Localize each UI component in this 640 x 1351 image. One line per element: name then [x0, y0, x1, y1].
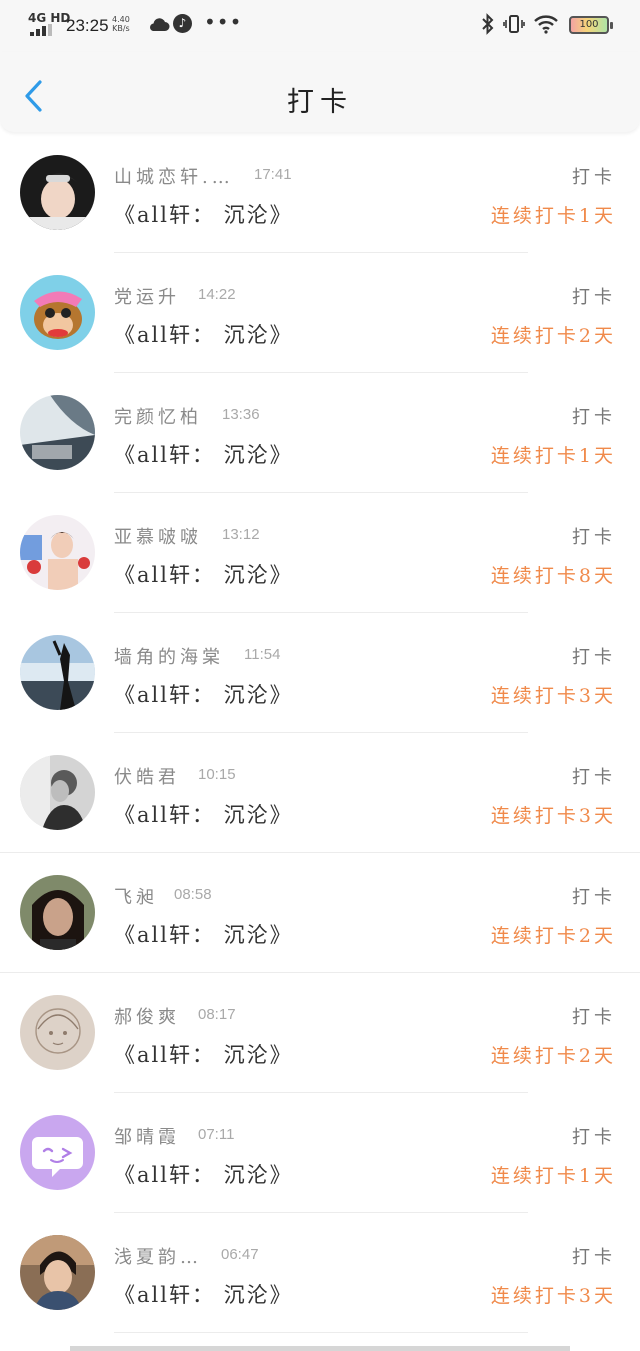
avatar[interactable]	[20, 1235, 95, 1310]
list-item[interactable]: 郝俊爽 08:17 《all轩： 沉沦》 打卡 连续打卡2天	[0, 973, 640, 1093]
streak-label: 连续打卡3天	[490, 805, 616, 827]
checkin-time: 13:12	[222, 526, 260, 543]
checkin-time: 07:11	[198, 1126, 235, 1143]
more-dots-icon: •••	[204, 10, 243, 34]
streak-label: 连续打卡1天	[490, 205, 616, 227]
user-name: 飞昶	[114, 887, 158, 908]
streak-label: 连续打卡2天	[490, 325, 616, 347]
avatar[interactable]	[20, 155, 95, 230]
streak-label: 连续打卡8天	[490, 565, 616, 587]
network-speed: 4.40 KB/s	[112, 15, 130, 33]
user-name: 亚慕啵啵	[114, 527, 202, 548]
streak-label: 连续打卡1天	[490, 1165, 616, 1187]
book-title: 《all轩： 沉沦》	[114, 683, 293, 707]
checkin-label: 打卡	[572, 887, 616, 908]
checkin-label: 打卡	[572, 287, 616, 308]
checkin-label: 打卡	[572, 407, 616, 428]
checkin-time: 14:22	[198, 286, 236, 303]
list-item[interactable]: 伏皓君 10:15 《all轩： 沉沦》 打卡 连续打卡3天	[0, 733, 640, 853]
streak-label: 连续打卡1天	[490, 445, 616, 467]
network-speed-value: 4.40	[112, 15, 130, 24]
status-bar: 4G HD 23:25 4.40 KB/s ♪ ••• 100	[0, 0, 640, 52]
checkin-label: 打卡	[572, 1007, 616, 1028]
checkin-time: 10:15	[198, 766, 236, 783]
network-speed-unit: KB/s	[112, 24, 130, 33]
user-name: 党运升	[114, 287, 180, 308]
list-item[interactable]: 飞昶 08:58 《all轩： 沉沦》 打卡 连续打卡2天	[0, 853, 640, 973]
bottom-edge	[70, 1346, 570, 1351]
network-type: 4G HD	[28, 11, 71, 25]
checkin-time: 11:54	[244, 646, 281, 663]
book-title: 《all轩： 沉沦》	[114, 443, 293, 467]
wifi-icon	[534, 15, 558, 34]
book-title: 《all轩： 沉沦》	[114, 203, 293, 227]
book-title: 《all轩： 沉沦》	[114, 1163, 293, 1187]
checkin-time: 17:41	[254, 166, 292, 183]
checkin-label: 打卡	[572, 527, 616, 548]
list-item[interactable]: 墙角的海棠 11:54 《all轩： 沉沦》 打卡 连续打卡3天	[0, 613, 640, 733]
page-title: 打卡	[287, 87, 353, 118]
streak-label: 连续打卡3天	[490, 1285, 616, 1307]
list-item[interactable]: 邹晴霞 07:11 《all轩： 沉沦》 打卡 连续打卡1天	[0, 1093, 640, 1213]
book-title: 《all轩： 沉沦》	[114, 803, 293, 827]
list-item[interactable]: 亚慕啵啵 13:12 《all轩： 沉沦》 打卡 连续打卡8天	[0, 493, 640, 613]
user-name: 墙角的海棠	[114, 647, 224, 668]
checkin-time: 08:17	[198, 1006, 236, 1023]
user-name: 完颜忆柏	[114, 407, 202, 428]
user-name: 伏皓君	[114, 767, 180, 788]
book-title: 《all轩： 沉沦》	[114, 923, 293, 947]
user-name: 浅夏韵…	[114, 1247, 202, 1268]
checkin-time: 06:47	[221, 1246, 259, 1263]
checkin-time: 13:36	[222, 406, 260, 423]
checkin-list: 山城恋轩.… 17:41 《all轩： 沉沦》 打卡 连续打卡1天 党运升 14…	[0, 133, 640, 1333]
divider	[114, 1332, 528, 1333]
avatar[interactable]	[20, 395, 95, 470]
battery-icon: 100	[569, 16, 613, 34]
streak-label: 连续打卡2天	[490, 925, 616, 947]
music-icon: ♪	[173, 14, 192, 33]
checkin-label: 打卡	[572, 767, 616, 788]
clock-time: 23:25	[66, 16, 109, 35]
avatar[interactable]	[20, 635, 95, 710]
avatar[interactable]	[20, 995, 95, 1070]
vibrate-icon	[503, 15, 525, 33]
avatar[interactable]	[20, 275, 95, 350]
battery-level: 100	[579, 19, 599, 30]
checkin-label: 打卡	[572, 167, 616, 188]
book-title: 《all轩： 沉沦》	[114, 1283, 293, 1307]
streak-label: 连续打卡2天	[490, 1045, 616, 1067]
user-name: 山城恋轩.…	[114, 167, 234, 188]
book-title: 《all轩： 沉沦》	[114, 1043, 293, 1067]
avatar[interactable]	[20, 515, 95, 590]
title-bar: 打卡	[0, 52, 640, 132]
avatar[interactable]	[20, 755, 95, 830]
checkin-label: 打卡	[572, 1247, 616, 1268]
avatar[interactable]	[20, 875, 95, 950]
avatar[interactable]	[20, 1115, 95, 1190]
cloud-icon	[150, 18, 170, 31]
user-name: 郝俊爽	[114, 1007, 180, 1028]
bluetooth-icon	[482, 13, 494, 35]
checkin-label: 打卡	[572, 1127, 616, 1148]
user-name: 邹晴霞	[114, 1127, 180, 1148]
signal-icon	[30, 24, 54, 36]
list-item[interactable]: 完颜忆柏 13:36 《all轩： 沉沦》 打卡 连续打卡1天	[0, 373, 640, 493]
checkin-label: 打卡	[572, 647, 616, 668]
streak-label: 连续打卡3天	[490, 685, 616, 707]
checkin-time: 08:58	[174, 886, 212, 903]
list-item[interactable]: 党运升 14:22 《all轩： 沉沦》 打卡 连续打卡2天	[0, 253, 640, 373]
list-item[interactable]: 山城恋轩.… 17:41 《all轩： 沉沦》 打卡 连续打卡1天	[0, 133, 640, 253]
book-title: 《all轩： 沉沦》	[114, 323, 293, 347]
list-item[interactable]: 浅夏韵… 06:47 《all轩： 沉沦》 打卡 连续打卡3天	[0, 1213, 640, 1333]
book-title: 《all轩： 沉沦》	[114, 563, 293, 587]
